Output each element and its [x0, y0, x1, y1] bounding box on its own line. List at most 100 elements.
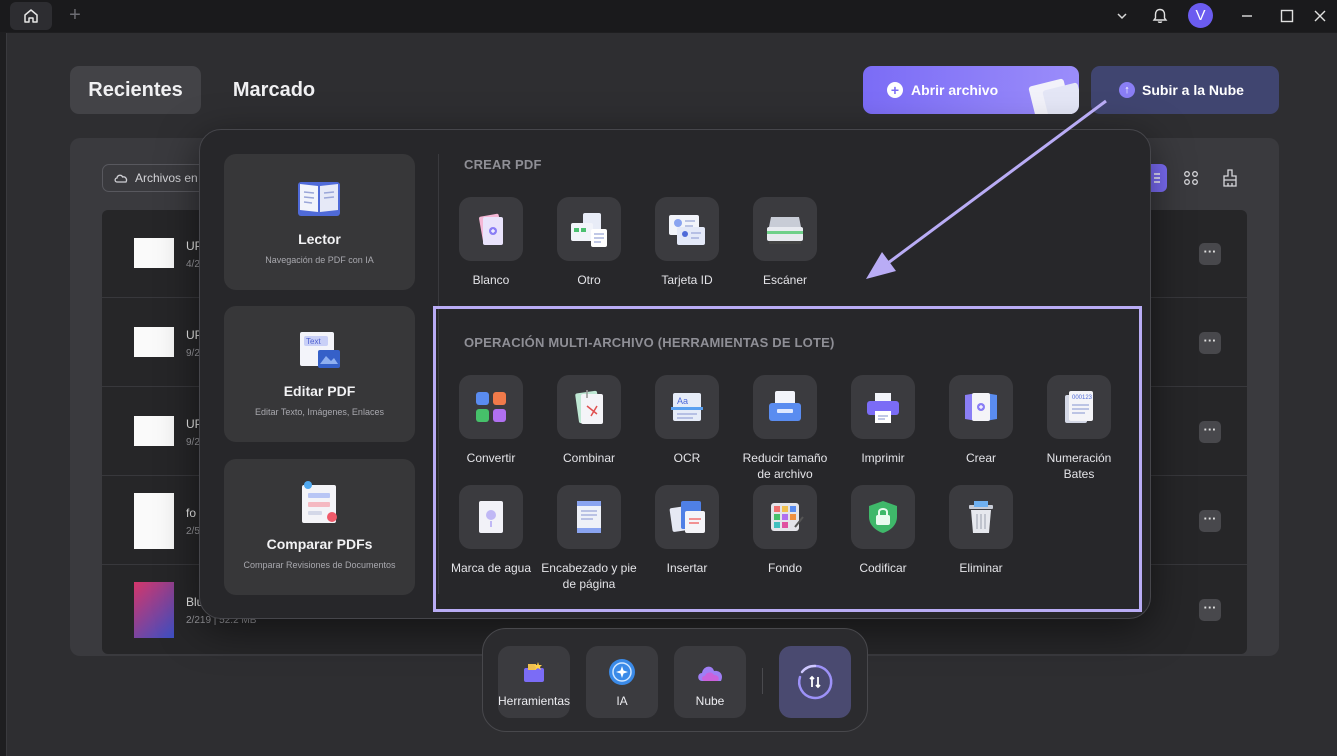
combine-icon: [557, 375, 621, 439]
file-meta: 9/2: [186, 348, 200, 359]
compress-icon: [753, 375, 817, 439]
compare-pdfs-card[interactable]: Comparar PDFs Comparar Revisiones de Doc…: [224, 459, 415, 595]
create-pdf-section-title: CREAR PDF: [464, 157, 542, 172]
dock-cloud-label: Nube: [695, 694, 725, 708]
create-other-tool[interactable]: Otro: [540, 197, 638, 288]
tab-recent[interactable]: Recientes: [70, 66, 201, 114]
svg-text:Aa: Aa: [677, 396, 688, 406]
trash-icon: [949, 485, 1013, 549]
tool-label: Codificar: [859, 561, 907, 575]
scanner-icon: [753, 197, 817, 261]
close-icon[interactable]: [1307, 3, 1333, 29]
tool-label: Combinar: [562, 451, 616, 465]
batch-ocr-tool[interactable]: Aa OCR: [638, 375, 736, 466]
batch-watermark-tool[interactable]: Marca de agua: [442, 485, 540, 576]
upload-cloud-button[interactable]: ↑ Subir a la Nube: [1091, 66, 1279, 114]
background-palette-icon: [753, 485, 817, 549]
file-meta: 9/2: [186, 437, 200, 448]
user-avatar[interactable]: V: [1188, 3, 1213, 28]
create-scanner-tool[interactable]: Escáner: [736, 197, 834, 288]
create-id-card-tool[interactable]: Tarjeta ID: [638, 197, 736, 288]
grid-view-button[interactable]: [1177, 164, 1205, 192]
tool-label: Crear: [965, 451, 996, 465]
more-options-button[interactable]: ···: [1199, 243, 1221, 265]
file-meta: 2/5: [186, 526, 200, 537]
bell-icon[interactable]: [1147, 3, 1173, 29]
clear-list-button[interactable]: [1216, 164, 1244, 192]
more-options-button[interactable]: ···: [1199, 421, 1221, 443]
create-document-icon: [949, 375, 1013, 439]
compare-pdfs-card-title: Comparar PDFs: [266, 536, 373, 552]
batch-create-tool[interactable]: Crear: [932, 375, 1030, 466]
maximize-icon[interactable]: [1274, 3, 1300, 29]
ai-orb-icon: [609, 659, 635, 685]
edit-pdf-card[interactable]: Text Editar PDF Editar Texto, Imágenes, …: [224, 306, 415, 442]
file-thumbnail: [134, 582, 174, 638]
header-footer-icon: [557, 485, 621, 549]
file-thumbnail: [134, 416, 174, 446]
dock-ai-button[interactable]: IA: [586, 646, 658, 718]
more-options-button[interactable]: ···: [1199, 599, 1221, 621]
history-icon: [798, 664, 833, 700]
batch-compress-tool[interactable]: Reducir tamaño de archivo: [736, 375, 834, 482]
tool-label: Blanco: [472, 273, 510, 287]
compare-documents-icon: [302, 481, 337, 523]
cloud-files-filter[interactable]: Archivos en: [102, 164, 212, 192]
minimize-icon[interactable]: [1234, 3, 1260, 29]
title-bar: + V: [0, 0, 1337, 32]
shield-lock-icon: [851, 485, 915, 549]
batch-delete-tool[interactable]: Eliminar: [932, 485, 1030, 576]
svg-text:000123: 000123: [1072, 395, 1093, 401]
dock-ai-label: IA: [616, 694, 628, 708]
new-tab-plus-icon[interactable]: +: [64, 4, 86, 26]
home-tab[interactable]: [10, 2, 52, 30]
open-file-button[interactable]: + Abrir archivo: [863, 66, 1079, 114]
bates-numbering-icon: 000123: [1047, 375, 1111, 439]
compare-pdfs-card-subtitle: Comparar Revisiones de Documentos: [243, 560, 396, 570]
cloud-icon: [698, 666, 723, 681]
ocr-icon: Aa: [655, 375, 719, 439]
broom-icon: [1223, 169, 1237, 187]
convert-icon: [459, 375, 523, 439]
batch-convert-tool[interactable]: Convertir: [442, 375, 540, 466]
file-thumbnail: [134, 327, 174, 357]
tool-label: Convertir: [466, 451, 516, 465]
upload-icon: ↑: [1119, 82, 1135, 98]
plus-circle-icon: +: [887, 82, 903, 98]
watermark-icon: [459, 485, 523, 549]
other-documents-icon: [557, 197, 621, 261]
dock-cloud-button[interactable]: Nube: [674, 646, 746, 718]
file-thumbnail: [134, 493, 174, 549]
reader-card[interactable]: Lector Navegación de PDF con IA: [224, 154, 415, 290]
file-thumbnail: [134, 238, 174, 268]
reader-card-subtitle: Navegación de PDF con IA: [265, 255, 374, 265]
tool-label: Escáner: [762, 273, 808, 287]
dock-recent-button[interactable]: [779, 646, 851, 718]
more-options-button[interactable]: ···: [1199, 332, 1221, 354]
edit-pdf-card-subtitle: Editar Texto, Imágenes, Enlaces: [255, 407, 384, 417]
batch-bates-tool[interactable]: 000123 Numeración Bates: [1030, 375, 1128, 482]
app-window: + V Recientes Marcado + Abrir archivo ↑ …: [0, 0, 1337, 756]
printer-icon: [851, 375, 915, 439]
batch-encrypt-tool[interactable]: Codificar: [834, 485, 932, 576]
batch-header-footer-tool[interactable]: Encabezado y pie de página: [540, 485, 638, 592]
reader-card-title: Lector: [298, 231, 341, 247]
edit-pdf-card-title: Editar PDF: [283, 383, 356, 399]
chevron-down-icon[interactable]: [1109, 3, 1135, 29]
tool-label: Tarjeta ID: [661, 273, 713, 287]
toolbox-icon: [524, 662, 544, 682]
tool-label: Otro: [577, 273, 601, 287]
tool-label: Insertar: [666, 561, 708, 575]
dock-tools-button[interactable]: Herramientas: [498, 646, 570, 718]
batch-background-tool[interactable]: Fondo: [736, 485, 834, 576]
tab-marked[interactable]: Marcado: [214, 66, 334, 114]
file-meta: 4/2: [186, 259, 200, 270]
batch-combine-tool[interactable]: Combinar: [540, 375, 638, 466]
home-icon: [24, 9, 38, 23]
tool-label: Encabezado y pie de página: [541, 561, 637, 591]
create-blank-tool[interactable]: Blanco: [442, 197, 540, 288]
batch-insert-tool[interactable]: Insertar: [638, 485, 736, 576]
batch-print-tool[interactable]: Imprimir: [834, 375, 932, 466]
more-options-button[interactable]: ···: [1199, 510, 1221, 532]
id-card-icon: [655, 197, 719, 261]
